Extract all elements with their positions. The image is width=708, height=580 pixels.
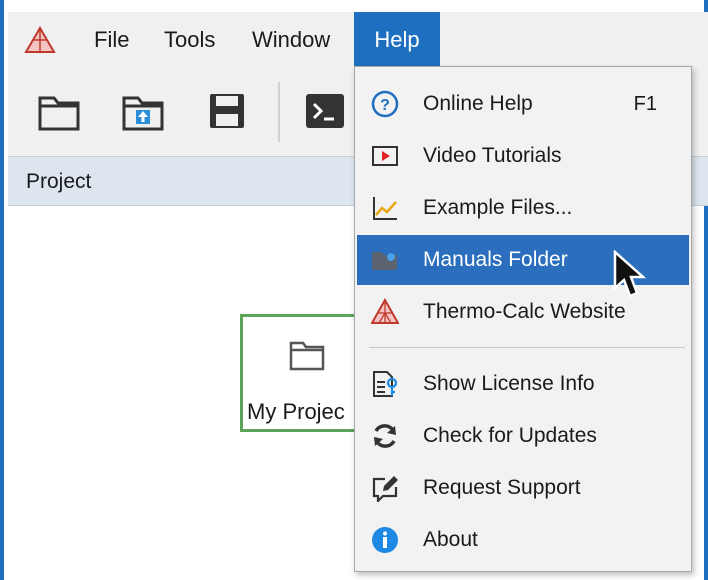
- menu-window[interactable]: Window: [240, 12, 342, 68]
- thermocalc-logo-icon: [24, 26, 56, 53]
- menu-item-label: About: [423, 528, 478, 551]
- help-circle-icon: ?: [371, 90, 399, 118]
- menu-tools[interactable]: Tools: [152, 12, 227, 68]
- menu-separator: [369, 347, 685, 348]
- toolbar-separator: [278, 82, 280, 142]
- menu-item-example-files[interactable]: Example Files...: [357, 183, 689, 233]
- menu-item-check-for-updates[interactable]: Check for Updates: [357, 411, 689, 461]
- console-icon[interactable]: [302, 88, 348, 134]
- menu-item-label: Thermo-Calc Website: [423, 300, 626, 323]
- svg-text:?: ?: [380, 97, 390, 114]
- folder-wrench-icon: [372, 252, 397, 270]
- refresh-icon: [374, 424, 396, 448]
- menu-item-online-help[interactable]: ? Online Help F1: [357, 79, 689, 129]
- video-icon: [372, 146, 398, 166]
- project-label: My Projec: [247, 399, 345, 424]
- menu-item-label: Request Support: [423, 476, 581, 499]
- menu-help[interactable]: Help: [354, 12, 440, 68]
- menu-item-video-tutorials[interactable]: Video Tutorials: [357, 131, 689, 181]
- info-icon: [372, 527, 398, 553]
- license-icon: [373, 371, 398, 397]
- mouse-cursor-icon: [613, 250, 646, 298]
- edit-icon: [372, 476, 398, 502]
- chart-icon: [373, 197, 397, 220]
- menu-item-label: Online Help: [423, 92, 533, 115]
- menu-item-label: Check for Updates: [423, 424, 597, 447]
- panel-title: Project: [26, 170, 92, 193]
- menu-item-about[interactable]: About: [357, 515, 689, 565]
- shortcut-label: F1: [633, 93, 657, 115]
- menu-file[interactable]: File: [82, 12, 141, 68]
- menu-item-label: Video Tutorials: [423, 144, 562, 167]
- folder-icon: [289, 341, 325, 371]
- help-dropdown-menu: ? Online Help F1 Video Tutorials Example…: [354, 66, 692, 572]
- app-window: File Tools Window Help Project My Projec…: [0, 0, 708, 580]
- menu-item-label: Manuals Folder: [423, 248, 568, 271]
- menu-item-request-support[interactable]: Request Support: [357, 463, 689, 513]
- thermocalc-logo-icon: [371, 298, 399, 324]
- menu-item-label: Show License Info: [423, 372, 595, 395]
- save-icon[interactable]: [204, 88, 250, 134]
- menu-item-show-license-info[interactable]: Show License Info: [357, 359, 689, 409]
- new-project-icon[interactable]: [36, 88, 82, 134]
- open-project-icon[interactable]: [120, 88, 166, 134]
- menu-bar: File Tools Window Help: [8, 12, 708, 68]
- menu-item-label: Example Files...: [423, 196, 573, 219]
